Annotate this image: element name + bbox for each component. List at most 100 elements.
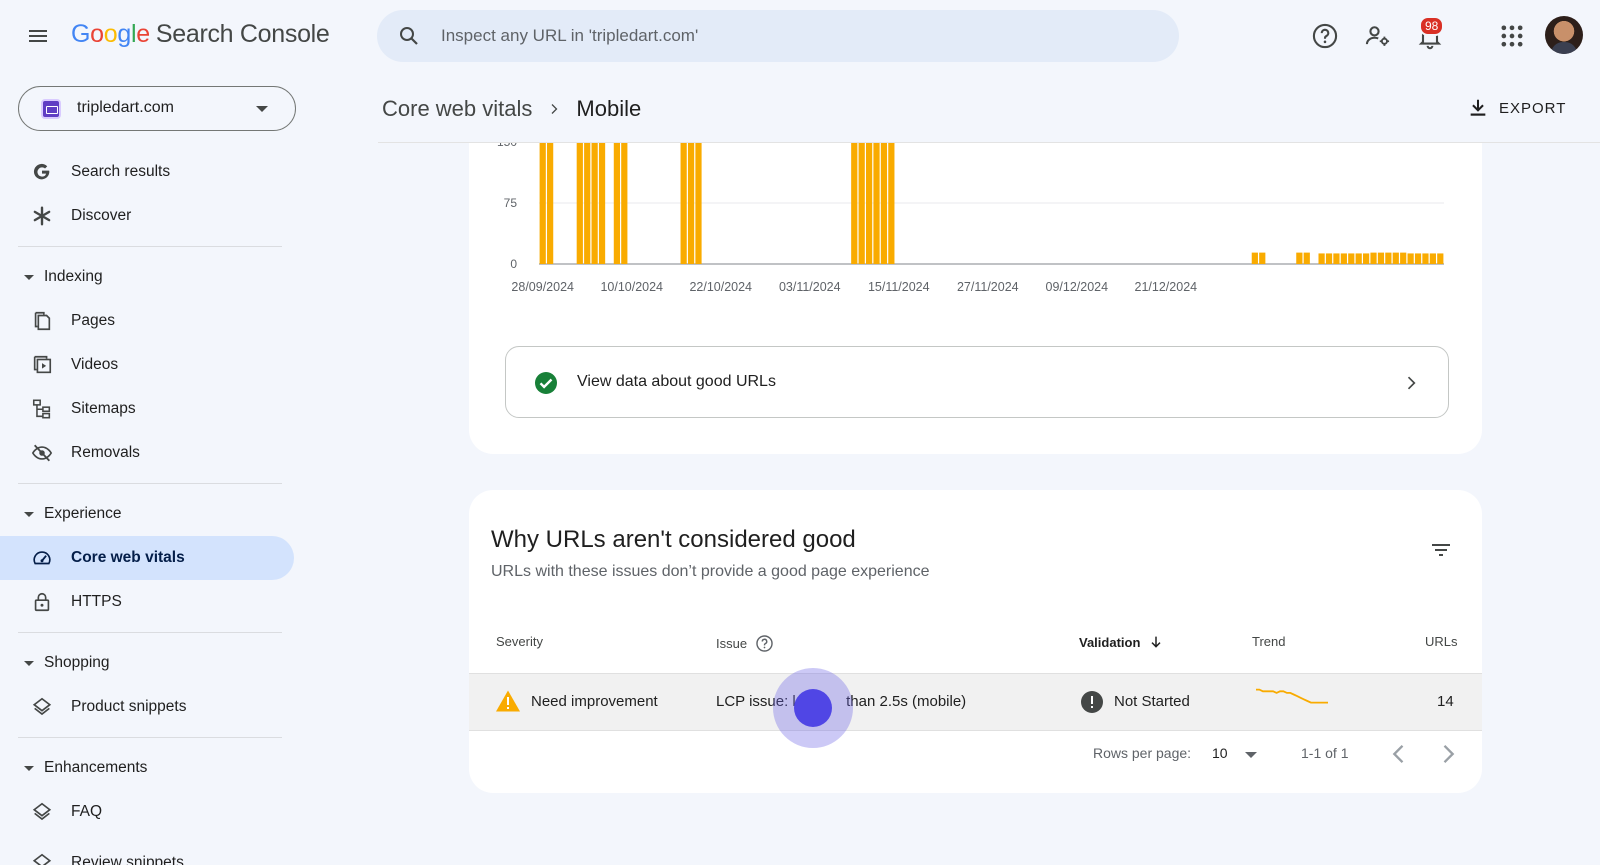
column-header-label: URLs — [1425, 634, 1458, 649]
validation-status-cell: Not Started — [1114, 693, 1190, 710]
column-header-severity[interactable]: Severity — [496, 634, 543, 649]
google-search-console-logo[interactable]: Google Search Console — [71, 20, 330, 49]
sidebar-section-label: Indexing — [44, 268, 103, 285]
user-settings-icon[interactable] — [1364, 22, 1392, 50]
chart-bar — [680, 142, 687, 264]
x-tick-label: 15/11/2024 — [868, 280, 930, 294]
x-tick-label: 22/10/2024 — [689, 280, 752, 294]
sidebar-item-review-snippets[interactable]: Review snippets — [0, 834, 300, 865]
next-page-icon[interactable] — [1434, 740, 1462, 768]
previous-page-icon[interactable] — [1385, 740, 1413, 768]
sidebar-divider — [18, 632, 282, 633]
layers-icon — [32, 697, 52, 716]
sidebar-section-enhancements[interactable]: Enhancements — [0, 746, 300, 790]
breadcrumb-current: Mobile — [576, 96, 642, 121]
product-name: Search Console — [155, 20, 330, 48]
chart-bar — [1333, 253, 1340, 264]
logo-letter: o — [103, 20, 118, 48]
chart-bar — [851, 142, 858, 264]
sidebar-section-label: Enhancements — [44, 759, 148, 776]
rows-per-page-select[interactable]: 10 — [1212, 740, 1267, 768]
url-status-bar-chart: 0 75 150 28/09/2024 10/10/2024 22/10/2024 03/1… — [497, 142, 1444, 294]
breadcrumb: Core web vitals Mobile — [382, 93, 641, 125]
sidebar-item-videos[interactable]: Videos — [0, 343, 300, 387]
column-header-label: Severity — [496, 634, 543, 649]
chart-bar — [888, 142, 895, 264]
download-icon — [1470, 99, 1486, 116]
y-tick-label: 0 — [510, 257, 517, 271]
chart-bar — [539, 142, 546, 264]
view-good-urls-link[interactable]: View data about good URLs — [505, 346, 1449, 418]
x-tick-label: 10/10/2024 — [600, 280, 663, 294]
layers-icon — [32, 853, 52, 865]
column-header-label: Issue — [716, 636, 748, 651]
sidebar-section-experience[interactable]: Experience — [0, 492, 300, 536]
chart-bar — [1385, 252, 1392, 264]
chart-bar — [1377, 252, 1385, 264]
property-selector[interactable]: tripledart.com — [18, 86, 296, 131]
export-button[interactable]: EXPORT — [1467, 92, 1566, 124]
sidebar-item-discover[interactable]: Discover — [0, 194, 300, 238]
exclamation-circle-icon — [1081, 691, 1103, 713]
chart-bar — [1422, 253, 1429, 264]
sidebar-item-search-results[interactable]: Search results — [0, 150, 300, 194]
collapse-triangle-icon — [24, 765, 34, 771]
lock-icon — [34, 592, 50, 612]
url-inspection-search[interactable] — [377, 10, 1179, 62]
y-tick-label: 75 — [504, 196, 518, 210]
sidebar-item-pages[interactable]: Pages — [0, 299, 300, 343]
logo-letter: g — [117, 20, 131, 48]
column-header-issue[interactable]: Issue — [716, 634, 774, 653]
chart-bar — [613, 142, 620, 264]
sidebar-item-label: Videos — [71, 356, 119, 373]
eye-off-icon — [31, 444, 53, 462]
column-header-validation[interactable]: Validation — [1079, 634, 1164, 650]
column-header-trend: Trend — [1252, 634, 1285, 649]
user-avatar[interactable] — [1545, 16, 1583, 54]
logo-letter: o — [90, 20, 104, 48]
sidebar-section-indexing[interactable]: Indexing — [0, 255, 300, 299]
filter-icon[interactable] — [1429, 538, 1453, 562]
sidebar-item-sitemaps[interactable]: Sitemaps — [0, 387, 300, 431]
collapse-triangle-icon — [24, 660, 34, 666]
chart-bar — [1303, 252, 1310, 264]
issues-title: Why URLs aren't considered good — [491, 526, 856, 553]
sidebar-divider — [18, 483, 282, 484]
sidebar-item-label: Removals — [71, 444, 140, 461]
sidebar-item-label: Sitemaps — [71, 400, 136, 417]
chart-bar — [591, 142, 598, 264]
sidebar-section-label: Shopping — [44, 654, 110, 671]
sidebar-item-https[interactable]: HTTPS — [0, 580, 300, 624]
arrow-down-icon — [1151, 636, 1161, 648]
sidebar-section-shopping[interactable]: Shopping — [0, 641, 300, 685]
help-icon[interactable] — [755, 634, 774, 653]
sidebar-item-removals[interactable]: Removals — [0, 431, 300, 475]
sidebar-item-faq[interactable]: FAQ — [0, 790, 300, 834]
sidebar-item-label: FAQ — [71, 803, 103, 820]
layers-icon — [32, 802, 52, 821]
table-row[interactable]: Need improvement LCP issue: lo than 2.5s … — [469, 673, 1482, 731]
sidebar-item-core-web-vitals[interactable]: Core web vitals — [0, 536, 294, 580]
sidebar-item-label: HTTPS — [71, 593, 122, 610]
hamburger-menu-icon[interactable] — [26, 24, 50, 48]
chart-bar — [1363, 253, 1370, 264]
trend-line — [1256, 688, 1328, 704]
sidebar-item-label: Pages — [71, 312, 115, 329]
chart-bar — [1318, 253, 1325, 264]
core-web-vitals-chart-card: 0 75 150 28/09/2024 10/10/2024 22/10/2024 03/1… — [469, 120, 1482, 454]
pagination-range: 1-1 of 1 — [1301, 745, 1349, 761]
trend-sparkline — [1256, 688, 1328, 704]
search-input[interactable] — [441, 10, 1141, 62]
help-icon[interactable] — [1311, 22, 1339, 50]
apps-grid-icon[interactable] — [1498, 22, 1526, 50]
breadcrumb-parent-link[interactable]: Core web vitals — [382, 96, 532, 122]
header-divider — [378, 142, 1600, 143]
chart-bar — [1325, 253, 1333, 264]
column-header-urls[interactable]: URLs — [1425, 634, 1458, 649]
chart-bar — [865, 142, 873, 264]
sidebar-item-product-snippets[interactable]: Product snippets — [0, 685, 300, 729]
x-tick-label: 21/12/2024 — [1135, 280, 1198, 294]
urls-count-cell: 14 — [1437, 693, 1454, 710]
chevron-down-icon — [256, 106, 268, 112]
collapse-triangle-icon — [24, 274, 34, 280]
